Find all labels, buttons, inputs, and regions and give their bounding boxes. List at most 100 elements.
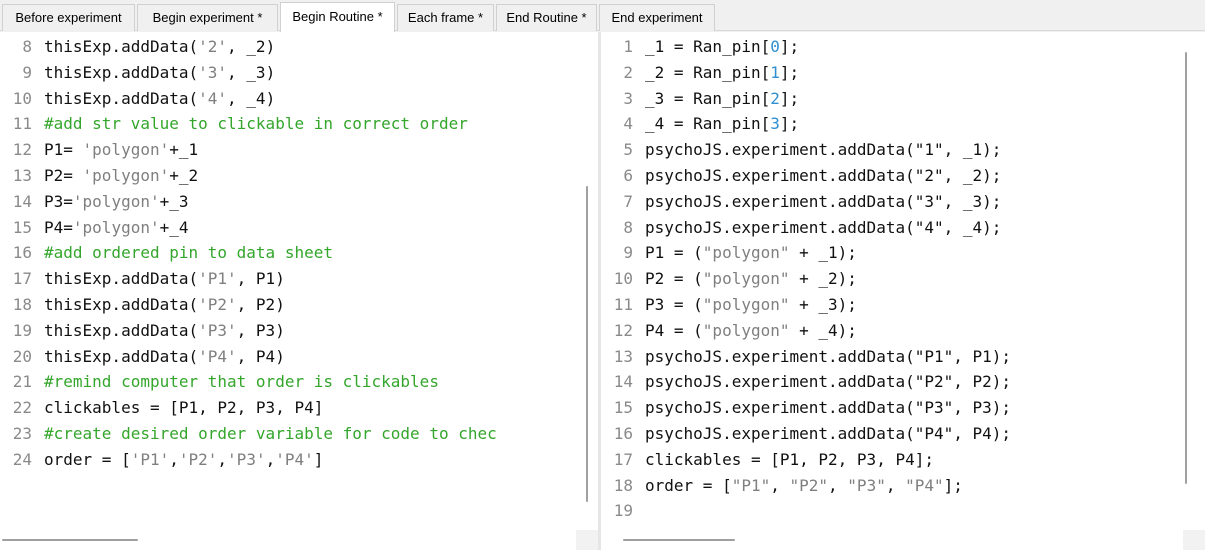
vertical-scrollbar[interactable] xyxy=(578,32,596,526)
code-text: clickables = [P1, P2, P3, P4] xyxy=(44,398,324,418)
code-line[interactable]: #add str value to clickable in correct o… xyxy=(44,111,576,137)
code-line[interactable]: psychoJS.experiment.addData("3", _3); xyxy=(645,189,1183,215)
string-literal: 'P4' xyxy=(275,449,314,469)
code-line[interactable]: P4 = ("polygon" + _4); xyxy=(645,318,1183,344)
line-number: 21 xyxy=(12,372,32,392)
code-text: order = [ xyxy=(44,449,131,469)
code-text: + _4); xyxy=(789,320,857,340)
code-line[interactable]: #remind computer that order is clickable… xyxy=(44,369,576,395)
comment: #add str value to clickable in correct o… xyxy=(44,114,468,134)
code-text: , _2) xyxy=(227,37,276,56)
code-line[interactable]: _3 = Ran_pin[2]; xyxy=(645,86,1183,112)
code-line[interactable] xyxy=(645,498,1183,524)
vertical-scroll-thumb[interactable] xyxy=(1185,52,1187,484)
line-number: 14 xyxy=(12,191,32,211)
code-line[interactable]: P1= 'polygon'+_1 xyxy=(44,137,576,163)
code-text: + _2); xyxy=(789,269,857,289)
vertical-scroll-thumb[interactable] xyxy=(586,186,588,502)
code-text: +_3 xyxy=(159,191,189,211)
code-line[interactable]: psychoJS.experiment.addData("P1", P1); xyxy=(645,344,1183,370)
code-text: , xyxy=(885,475,906,495)
python-code-editor[interactable]: 8 9 10 11 12 13 14 15 16 17 18 19 20 21 22 23 24 thisExp… xyxy=(0,32,598,550)
code-line[interactable]: _1 = Ran_pin[0]; xyxy=(645,34,1183,60)
line-number: 13 xyxy=(12,165,32,185)
line-number-gutter: 1 2 3 4 5 6 7 8 9 10 11 12 13 14 15 16 17 18 19 xyxy=(601,32,639,550)
horizontal-scrollbar[interactable] xyxy=(601,530,1183,550)
string-literal: 'P3' xyxy=(227,449,266,469)
line-number: 3 xyxy=(623,88,633,108)
code-line[interactable]: #add ordered pin to data sheet xyxy=(44,240,576,266)
tab-begin-routine[interactable]: Begin Routine * xyxy=(280,2,395,32)
code-line[interactable]: order = ['P1','P2','P3','P4'] xyxy=(44,447,576,473)
code-line[interactable]: psychoJS.experiment.addData("P4", P4); xyxy=(645,421,1183,447)
code-line[interactable]: clickables = [P1, P2, P3, P4]; xyxy=(645,447,1183,473)
code-line[interactable]: thisExp.addData('3', _3) xyxy=(44,60,576,86)
line-number: 14 xyxy=(613,372,633,392)
number-literal: 1 xyxy=(770,62,780,82)
code-line[interactable]: P3='polygon'+_3 xyxy=(44,189,576,215)
horizontal-scroll-thumb[interactable] xyxy=(623,539,735,541)
code-line[interactable]: psychoJS.experiment.addData("1", _1); xyxy=(645,137,1183,163)
code-text: psychoJS.experiment.addData("P1", P1); xyxy=(645,346,1012,366)
line-number: 1 xyxy=(623,37,633,56)
line-number: 9 xyxy=(623,243,633,263)
javascript-code-editor[interactable]: 1 2 3 4 5 6 7 8 9 10 11 12 13 14 15 16 17 18 19 _1 = Ran_p… xyxy=(601,32,1205,550)
string-literal: "P2" xyxy=(789,475,829,495)
code-line[interactable]: thisExp.addData('2', _2) xyxy=(44,34,576,60)
horizontal-scrollbar[interactable] xyxy=(0,530,576,550)
code-text: _4 = Ran_pin[ xyxy=(645,114,771,134)
code-text: thisExp.addData( xyxy=(44,62,199,82)
code-line[interactable]: P3 = ("polygon" + _3); xyxy=(645,292,1183,318)
code-line[interactable]: P1 = ("polygon" + _1); xyxy=(645,240,1183,266)
line-number: 12 xyxy=(613,320,633,340)
code-line[interactable]: clickables = [P1, P2, P3, P4] xyxy=(44,395,576,421)
code-line[interactable]: psychoJS.experiment.addData("P2", P2); xyxy=(645,369,1183,395)
number-literal: 2 xyxy=(770,88,780,108)
line-number: 8 xyxy=(22,37,32,56)
javascript-code-area[interactable]: _1 = Ran_pin[0]; _2 = Ran_pin[1]; _3 = Ran… xyxy=(645,32,1183,550)
python-code-area[interactable]: thisExp.addData('2', _2) thisExp.addData(… xyxy=(44,32,576,550)
tab-begin-experiment[interactable]: Begin experiment * xyxy=(137,4,278,31)
vertical-scrollbar[interactable] xyxy=(1177,32,1195,526)
line-number: 15 xyxy=(613,398,633,418)
tab-end-routine[interactable]: End Routine * xyxy=(496,4,597,31)
code-line[interactable]: #create desired order variable for code … xyxy=(44,421,576,447)
code-line[interactable]: psychoJS.experiment.addData("4", _4); xyxy=(645,215,1183,241)
tab-each-frame[interactable]: Each frame * xyxy=(397,4,494,31)
code-line[interactable]: psychoJS.experiment.addData("P3", P3); xyxy=(645,395,1183,421)
line-number: 18 xyxy=(613,475,633,495)
code-text: thisExp.addData( xyxy=(44,88,199,108)
code-line[interactable]: thisExp.addData('P1', P1) xyxy=(44,266,576,292)
code-line[interactable]: thisExp.addData('4', _4) xyxy=(44,86,576,112)
code-line[interactable]: psychoJS.experiment.addData("2", _2); xyxy=(645,163,1183,189)
line-number: 19 xyxy=(613,501,633,521)
line-number: 17 xyxy=(12,269,32,289)
tab-before-experiment[interactable]: Before experiment xyxy=(2,4,135,31)
tab-end-experiment[interactable]: End experiment xyxy=(599,4,715,31)
line-number: 11 xyxy=(613,294,633,314)
code-line[interactable]: P4='polygon'+_4 xyxy=(44,215,576,241)
string-literal: "polygon" xyxy=(702,320,790,340)
code-line[interactable]: P2 = ("polygon" + _2); xyxy=(645,266,1183,292)
code-line[interactable]: thisExp.addData('P3', P3) xyxy=(44,318,576,344)
string-literal: '4' xyxy=(198,88,228,108)
code-line[interactable]: _4 = Ran_pin[3]; xyxy=(645,111,1183,137)
code-text: +_1 xyxy=(169,140,199,160)
code-text: ]; xyxy=(779,88,800,108)
horizontal-scroll-thumb[interactable] xyxy=(2,539,138,541)
code-line[interactable]: thisExp.addData('P4', P4) xyxy=(44,344,576,370)
comment: #add ordered pin to data sheet xyxy=(44,243,333,263)
code-text: , P2) xyxy=(236,294,285,314)
line-number: 7 xyxy=(623,191,633,211)
code-text: order = [ xyxy=(645,475,732,495)
code-text: P2= xyxy=(44,165,83,185)
code-text: P4 = ( xyxy=(645,320,703,340)
code-text: ]; xyxy=(943,475,963,495)
code-line[interactable]: _2 = Ran_pin[1]; xyxy=(645,60,1183,86)
code-text: P1= xyxy=(44,140,83,160)
code-line[interactable]: P2= 'polygon'+_2 xyxy=(44,163,576,189)
code-line[interactable]: order = ["P1", "P2", "P3", "P4"]; xyxy=(645,473,1183,499)
code-line[interactable]: thisExp.addData('P2', P2) xyxy=(44,292,576,318)
code-text: + _1); xyxy=(789,243,857,263)
code-text: P1 = ( xyxy=(645,243,703,263)
